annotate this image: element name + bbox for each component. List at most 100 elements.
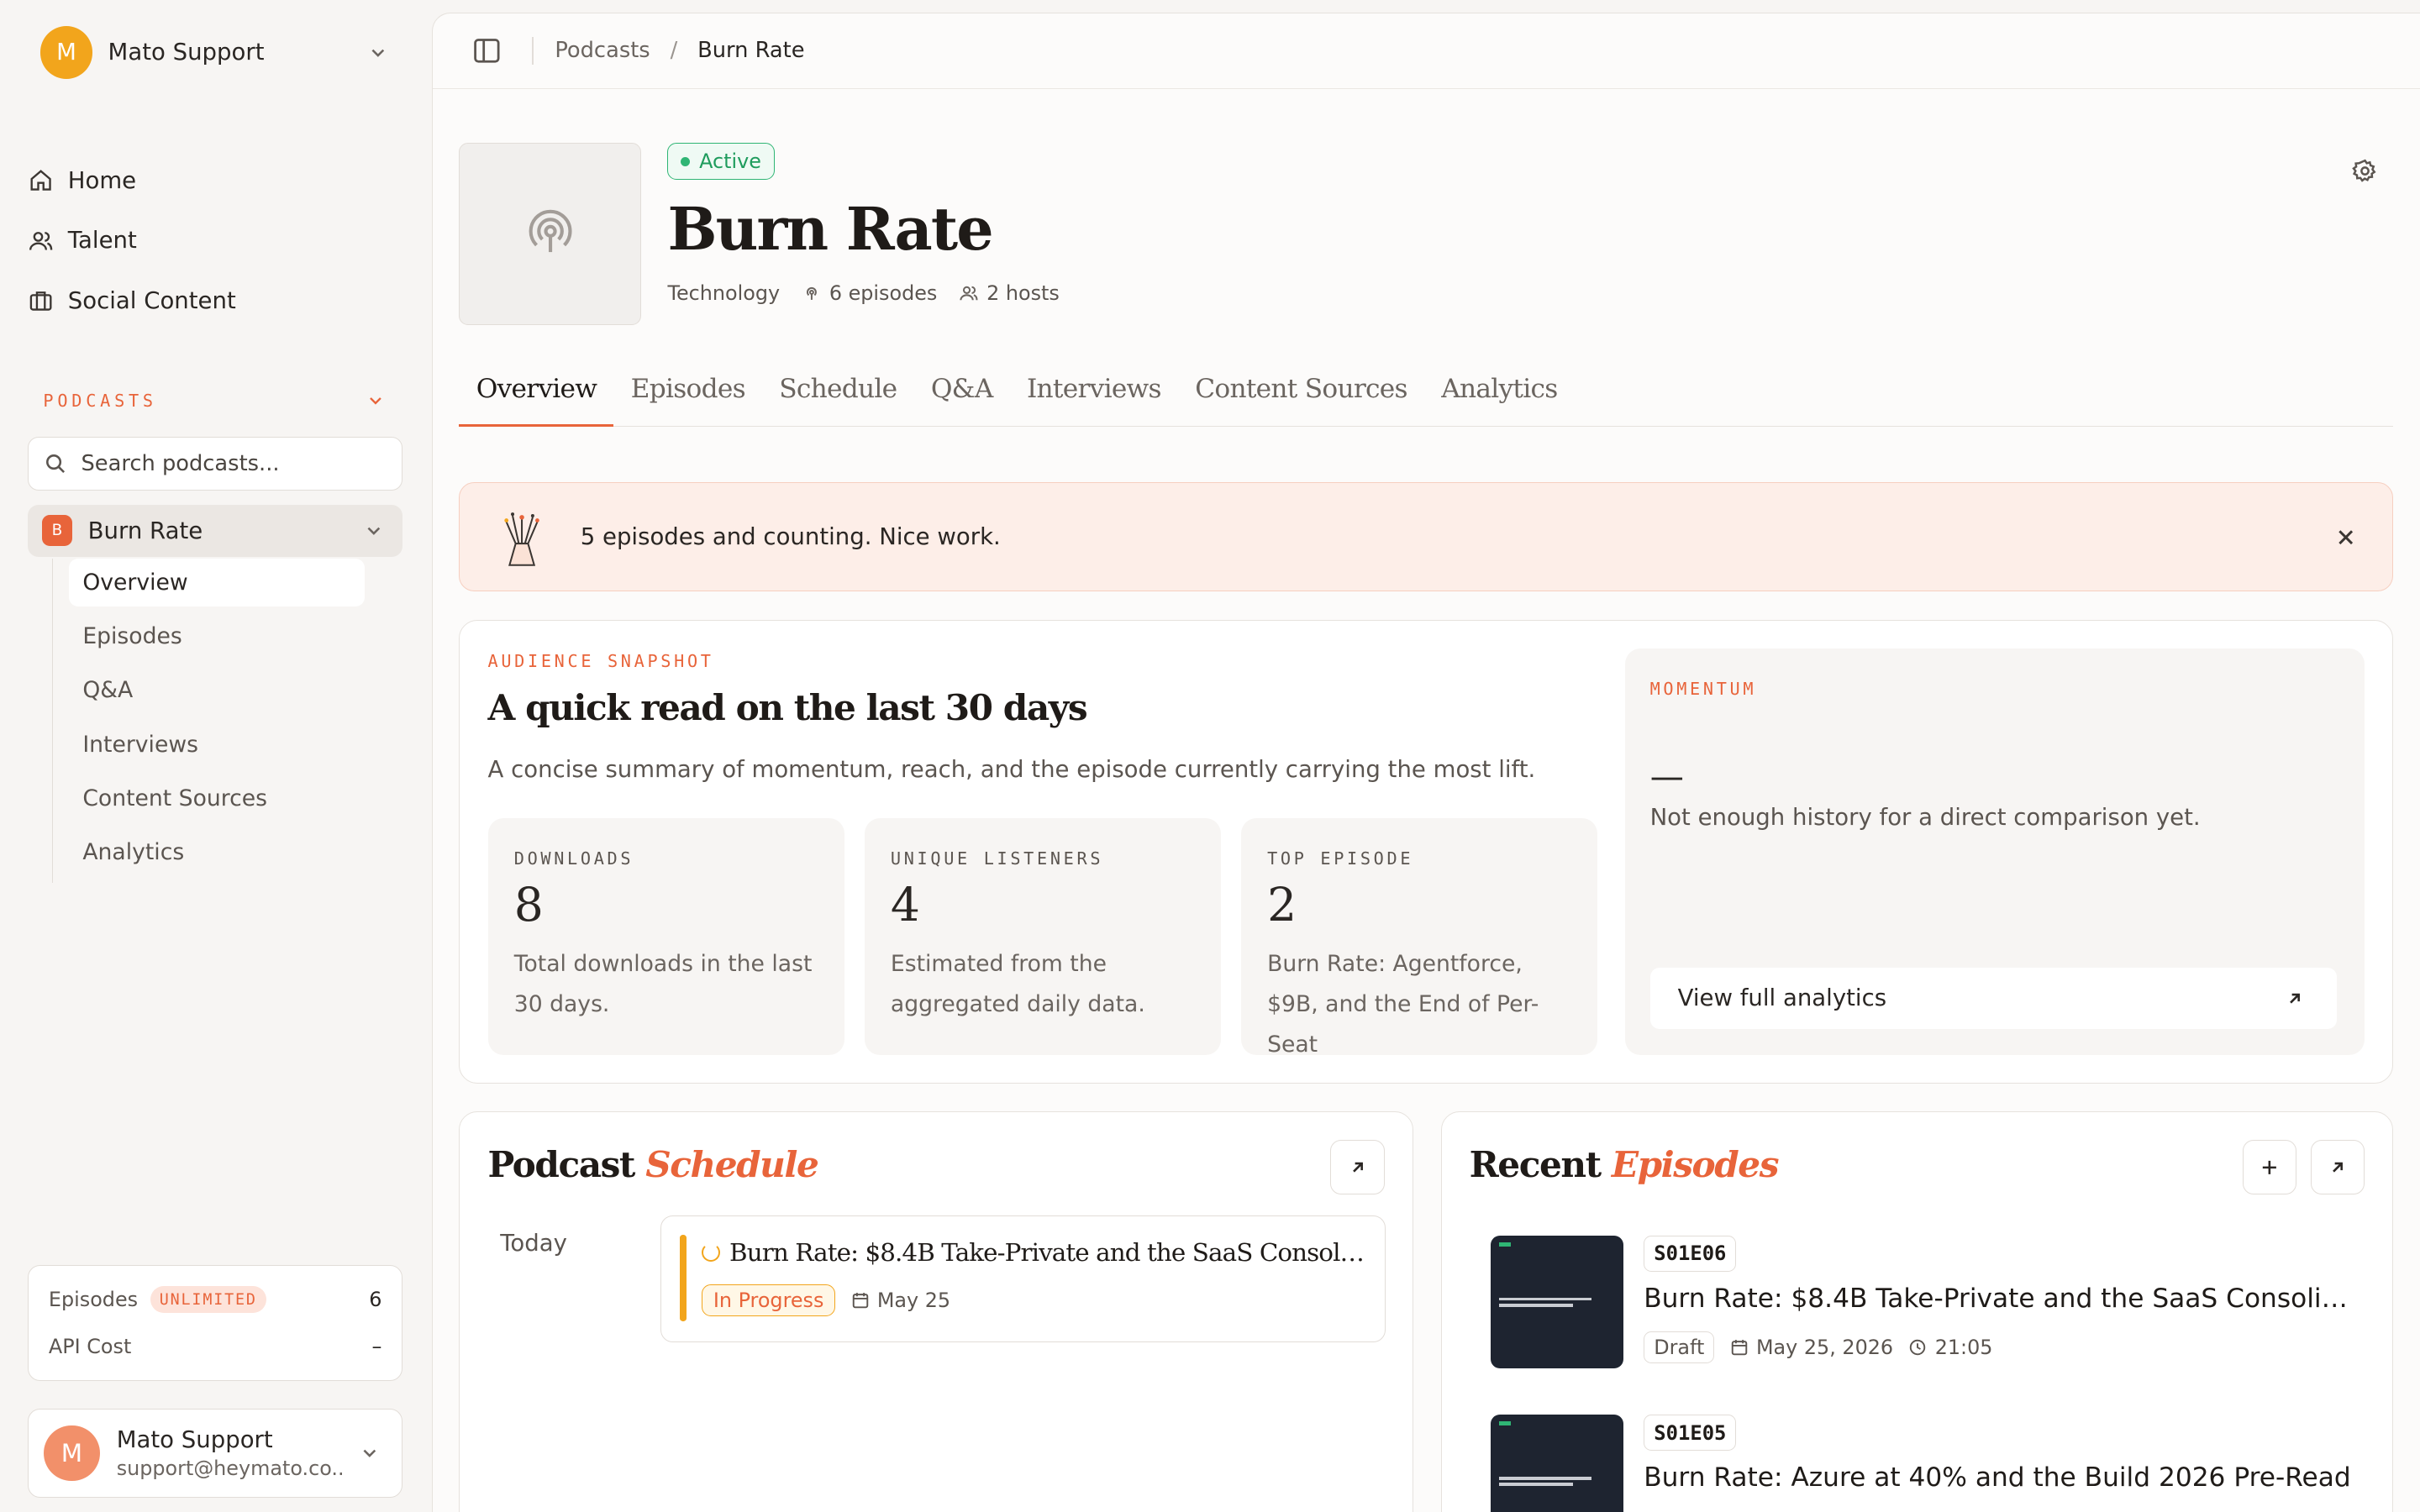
stat-downloads: DOWNLOADS 8 Total downloads in the last … xyxy=(487,817,844,1056)
main-nav: Home Talent Social Content xyxy=(28,157,404,338)
snapshot-subtitle: A concise summary of momentum, reach, an… xyxy=(487,756,1536,784)
divider xyxy=(531,36,534,65)
usage-api-row: API Cost – xyxy=(49,1328,382,1365)
podcast-icon xyxy=(529,210,572,253)
podcast-host-count: 2 hosts xyxy=(959,281,1060,305)
podcast-episode-count: 6 episodes xyxy=(802,281,937,305)
briefcase-icon xyxy=(29,291,52,312)
user-menu[interactable]: M Mato Support support@heymato.co... xyxy=(28,1408,403,1499)
podcast-meta: Technology 6 episodes 2 hosts xyxy=(667,281,1081,305)
stat-value: 8 xyxy=(513,878,544,932)
podcast-category: Technology xyxy=(667,281,781,306)
podcast-artwork xyxy=(459,142,642,325)
subnav-item-qa[interactable]: Q&A xyxy=(69,666,376,714)
stat-description: Estimated from the aggregated daily data… xyxy=(890,951,1145,1017)
subnav-item-analytics[interactable]: Analytics xyxy=(69,828,376,876)
tab-analytics[interactable]: Analytics xyxy=(1424,365,1575,426)
tab-interviews[interactable]: Interviews xyxy=(1010,365,1178,426)
open-episodes-button[interactable] xyxy=(2310,1140,2365,1194)
schedule-day-label: Today xyxy=(500,1229,567,1257)
nav-item-talent[interactable]: Talent xyxy=(28,218,404,264)
schedule-item[interactable]: Burn Rate: $8.4B Take-Private and the Sa… xyxy=(660,1215,1386,1343)
episode-row[interactable]: S01E05 Burn Rate: Azure at 40% and the B… xyxy=(1491,1415,2386,1512)
users-icon xyxy=(29,231,53,250)
gear-icon[interactable] xyxy=(2351,157,2379,185)
view-analytics-label: View full analytics xyxy=(1677,984,1887,1012)
tab-schedule[interactable]: Schedule xyxy=(762,365,914,426)
subnav-item-overview[interactable]: Overview xyxy=(68,558,366,606)
breadcrumb-podcasts[interactable]: Podcasts xyxy=(555,38,650,63)
stat-value: 2 xyxy=(1267,878,1297,932)
sidebar: M Mato Support Home Talent Social Conten… xyxy=(0,0,433,1512)
recent-episodes-card: Recent Episodes S01E06 Burn Rate: $8.4B … xyxy=(1440,1111,2393,1512)
audience-snapshot-card: AUDIENCE SNAPSHOT A quick read on the la… xyxy=(459,619,2393,1084)
sidebar-podcast-burn-rate[interactable]: B Burn Rate xyxy=(28,504,403,558)
close-icon[interactable] xyxy=(2333,525,2358,549)
subnav-item-content-sources[interactable]: Content Sources xyxy=(69,774,376,822)
search-icon xyxy=(46,454,66,474)
banner-message: 5 episodes and counting. Nice work. xyxy=(580,523,1001,551)
page-title: Burn Rate xyxy=(667,195,993,265)
chevron-down-icon xyxy=(363,1450,376,1458)
episode-title: Burn Rate: Azure at 40% and the Build 20… xyxy=(1644,1462,2351,1494)
host-count-label: 2 hosts xyxy=(986,281,1060,306)
episode-row[interactable]: S01E06 Burn Rate: $8.4B Take-Private and… xyxy=(1491,1236,2386,1372)
workspace-switcher[interactable]: M Mato Support xyxy=(39,26,389,79)
stat-description: Total downloads in the last 30 days. xyxy=(513,951,813,1017)
date-label: May 25 xyxy=(876,1288,951,1312)
nav-label: Social Content xyxy=(67,287,236,315)
nav-label: Home xyxy=(67,166,137,194)
subnav-item-interviews[interactable]: Interviews xyxy=(69,721,376,769)
breadcrumb-separator: / xyxy=(670,38,678,64)
usage-episodes-row: Episodes UNLIMITED 6 xyxy=(49,1281,382,1318)
stat-label: DOWNLOADS xyxy=(513,848,634,869)
home-icon xyxy=(30,170,51,191)
clock-icon xyxy=(1910,1339,1926,1356)
podcast-badge: B xyxy=(41,515,73,547)
open-schedule-button[interactable] xyxy=(1330,1140,1385,1194)
arrow-up-right-icon xyxy=(2333,1162,2343,1173)
add-episode-button[interactable] xyxy=(2242,1140,2297,1194)
sidebar-toggle-icon[interactable] xyxy=(471,35,502,66)
view-analytics-button[interactable]: View full analytics xyxy=(1649,967,2337,1030)
status-badge: Draft xyxy=(1644,1331,1715,1363)
recent-title-plain: Recent xyxy=(1469,1143,1602,1186)
nav-item-social-content[interactable]: Social Content xyxy=(28,278,404,324)
episode-thumbnail xyxy=(1491,1415,1624,1512)
status-badge: In Progress xyxy=(702,1284,836,1316)
stat-description: Burn Rate: Agentforce, $9B, and the End … xyxy=(1267,951,1539,1058)
arrow-up-right-icon xyxy=(1352,1162,1363,1173)
nav-label: Talent xyxy=(67,227,137,255)
nav-item-home[interactable]: Home xyxy=(28,157,404,203)
podcast-search xyxy=(28,436,403,491)
podcasts-section-label: PODCASTS xyxy=(43,390,157,411)
status-badge: Active xyxy=(667,142,775,181)
schedule-title-plain: Podcast xyxy=(487,1143,636,1186)
search-input[interactable] xyxy=(81,450,375,476)
tab-qa[interactable]: Q&A xyxy=(914,365,1010,426)
user-name: Mato Support xyxy=(116,1426,273,1454)
usage-episodes-value: 6 xyxy=(369,1288,382,1312)
podcasts-section-toggle[interactable]: PODCASTS xyxy=(43,391,386,411)
celebration-illustration-icon xyxy=(504,512,539,566)
recent-title: Recent Episodes xyxy=(1469,1143,1780,1186)
time-label: 21:05 xyxy=(1934,1335,1993,1359)
plus-icon xyxy=(2262,1160,2277,1174)
status-dot xyxy=(681,156,691,166)
podcast-icon xyxy=(806,287,817,301)
main-content: Podcasts / Burn Rate Active Burn Rate Te… xyxy=(432,12,2420,1512)
usage-card: Episodes UNLIMITED 6 API Cost – xyxy=(28,1265,403,1381)
snapshot-title: A quick read on the last 30 days xyxy=(487,686,1088,729)
episode-date: May 25, 2026 xyxy=(1730,1336,1893,1359)
chevron-down-icon xyxy=(370,396,382,405)
momentum-text: Not enough history for a direct comparis… xyxy=(1649,804,2201,832)
usage-api-label: API Cost xyxy=(48,1334,132,1358)
tab-episodes[interactable]: Episodes xyxy=(613,365,762,426)
tab-overview[interactable]: Overview xyxy=(459,365,614,427)
stat-top-episode: TOP EPISODE 2 Burn Rate: Agentforce, $9B… xyxy=(1240,817,1598,1058)
tab-content-sources[interactable]: Content Sources xyxy=(1178,365,1424,426)
subnav-item-episodes[interactable]: Episodes xyxy=(69,612,376,660)
momentum-eyebrow: MOMENTUM xyxy=(1649,679,1757,700)
schedule-status-bar xyxy=(680,1235,687,1322)
podcast-tabs: Overview Episodes Schedule Q&A Interview… xyxy=(459,365,2393,427)
